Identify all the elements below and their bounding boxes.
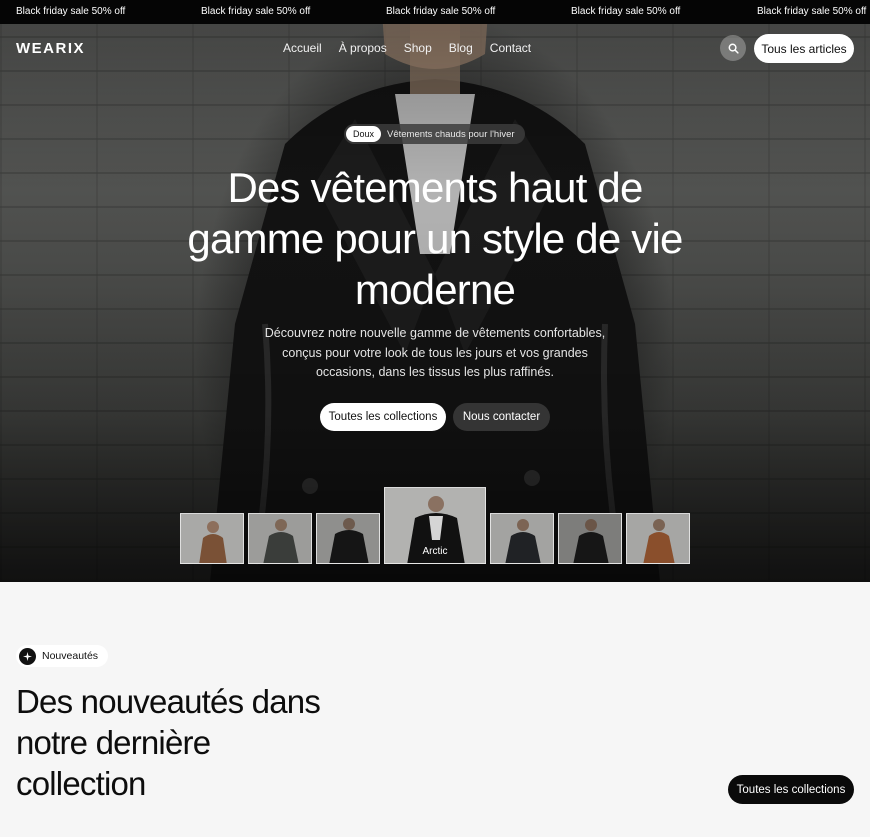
thumbnail-3[interactable] xyxy=(316,513,380,564)
ticker-item: Black friday sale 50% off xyxy=(201,6,311,17)
thumbnail-1[interactable] xyxy=(180,513,244,564)
nav-link-blog[interactable]: Blog xyxy=(449,41,473,55)
nav-link-shop[interactable]: Shop xyxy=(404,41,432,55)
sparkle-icon xyxy=(19,647,36,665)
hero-badge: Doux Vêtements chauds pour l'hiver xyxy=(344,124,525,144)
ticker-item: Black friday sale 50% off xyxy=(571,6,681,17)
hero-headline: Des vêtements haut de gamme pour un styl… xyxy=(187,164,683,313)
ticker-item: Black friday sale 50% off xyxy=(386,6,496,17)
badge-pill: Doux xyxy=(346,126,382,142)
ticker-item: Black friday sale 50% off xyxy=(16,6,126,17)
nav-link-accueil[interactable]: Accueil xyxy=(283,41,322,55)
top-navigation: WEARIX Accueil À propos Shop Blog Contac… xyxy=(0,24,870,74)
brand-logo[interactable]: WEARIX xyxy=(16,40,85,57)
promo-ticker: Black friday sale 50% off Black friday s… xyxy=(0,0,870,24)
thumbnail-5[interactable] xyxy=(490,513,554,564)
thumbnail-2[interactable] xyxy=(248,513,312,564)
thumbnail-7[interactable] xyxy=(626,513,690,564)
section-title: Des nouveautés dans notre dernière colle… xyxy=(16,683,321,802)
new-arrivals-chip: Nouveautés xyxy=(16,645,109,667)
contact-us-button[interactable]: Nous contacter xyxy=(453,403,550,431)
search-icon xyxy=(728,43,739,54)
all-articles-button[interactable]: Tous les articles xyxy=(754,34,854,63)
all-collections-button-secondary[interactable]: Toutes les collections xyxy=(728,775,854,804)
chip-label: Nouveautés xyxy=(42,650,99,662)
main-menu: Accueil À propos Shop Blog Contact xyxy=(283,41,531,55)
search-button[interactable] xyxy=(720,35,746,61)
nav-link-contact[interactable]: Contact xyxy=(490,41,531,55)
thumbnail-active[interactable]: Arctic xyxy=(384,487,486,564)
thumbnail-caption: Arctic xyxy=(422,546,448,557)
hero-subtext: Découvrez notre nouvelle gamme de vêteme… xyxy=(264,326,606,379)
badge-text: Vêtements chauds pour l'hiver xyxy=(387,128,515,140)
new-arrivals-section: Nouveautés Des nouveautés dans notre der… xyxy=(0,582,870,837)
ticker-item: Black friday sale 50% off xyxy=(757,6,867,17)
thumbnail-6[interactable] xyxy=(558,513,622,564)
product-thumbnail-strip: Arctic xyxy=(180,487,690,565)
nav-link-a-propos[interactable]: À propos xyxy=(339,41,387,55)
all-collections-button[interactable]: Toutes les collections xyxy=(320,403,446,431)
